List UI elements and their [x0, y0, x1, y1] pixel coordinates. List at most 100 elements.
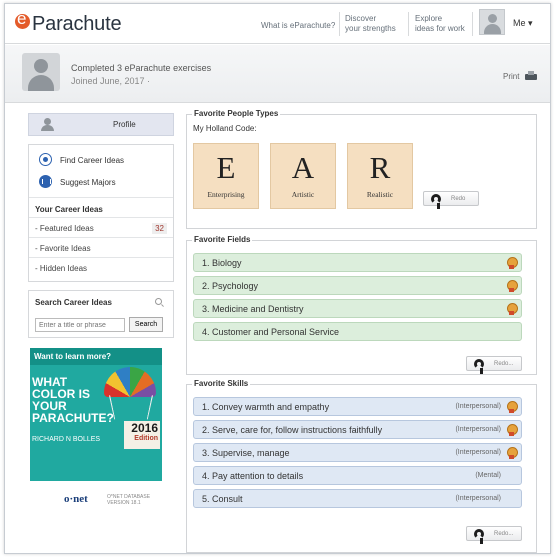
skill-label: 4. Pay attention to details: [202, 471, 304, 481]
onet-version: O*NET DATABASE VERSION 18.1: [107, 494, 150, 506]
skill-item[interactable]: 4. Pay attention to details (Mental): [193, 466, 522, 485]
profile-label: Profile: [113, 120, 136, 129]
people-types-title: Favorite People Types: [192, 109, 281, 118]
field-item[interactable]: 3. Medicine and Dentistry: [193, 299, 522, 318]
search-heading: Search Career Ideas: [35, 298, 112, 307]
holland-tile-realistic: R Realistic: [347, 143, 413, 209]
holland-tile-enterprising: E Enterprising: [193, 143, 259, 209]
tile-letter: A: [291, 150, 315, 185]
skill-label: 2. Serve, care for, follow instructions …: [202, 425, 383, 435]
award-medal-icon: [507, 447, 518, 459]
tile-word: Artistic: [291, 190, 315, 199]
nav-explore-line2: ideas for work: [415, 24, 465, 33]
sidebar-links-card: Find Career Ideas Suggest Majors Your Ca…: [28, 144, 174, 282]
search-input[interactable]: [35, 318, 125, 332]
tile-letter: E: [216, 150, 236, 185]
skill-label: 3. Supervise, manage: [202, 448, 290, 458]
tile-letter: R: [369, 150, 391, 185]
award-medal-icon: [507, 401, 518, 413]
skill-category: (Interpersonal): [455, 495, 501, 502]
skill-item[interactable]: 2. Serve, care for, follow instructions …: [193, 420, 522, 439]
award-medal-icon: [507, 424, 518, 436]
fields-redo-button[interactable]: Redo...: [466, 356, 522, 374]
redo-arrow-icon: [431, 194, 441, 209]
skill-category: (Mental): [475, 472, 501, 479]
main-content: Favorite People Types My Holland Code: E…: [186, 109, 537, 553]
holland-code-label: My Holland Code:: [193, 124, 257, 133]
profile-avatar-icon: [22, 53, 60, 91]
exercises-completed-text: Completed 3 eParachute exercises: [71, 63, 212, 73]
university-icon: [39, 175, 52, 188]
people-redo-button[interactable]: Redo: [423, 191, 479, 209]
logo-e-icon: [15, 9, 32, 32]
field-item[interactable]: 1. Biology: [193, 253, 522, 272]
printer-icon[interactable]: [525, 71, 537, 81]
featured-ideas-count: 32: [152, 223, 167, 234]
onet-credit[interactable]: o·net O*NET DATABASE VERSION 18.1: [28, 491, 174, 513]
field-label: 4. Customer and Personal Service: [202, 327, 340, 337]
tile-word: Enterprising: [207, 190, 245, 199]
search-icon: [155, 298, 162, 305]
nav-what-is-eparachute[interactable]: What is eParachute?: [261, 21, 335, 31]
featured-ideas-label: - Featured Ideas: [35, 224, 94, 233]
nav-discover-line1: Discover: [345, 14, 377, 23]
skills-title: Favorite Skills: [192, 379, 251, 388]
fields-title: Favorite Fields: [192, 235, 253, 244]
eparachute-logo[interactable]: Parachute: [15, 9, 122, 36]
search-career-ideas: Search Career Ideas Search: [28, 290, 174, 338]
print-link[interactable]: Print: [503, 72, 519, 81]
app-window: Parachute What is eParachute? Discover y…: [4, 3, 551, 554]
suggest-majors-link[interactable]: Suggest Majors: [29, 171, 173, 193]
onet-logo: o·net: [64, 493, 88, 505]
nav-discover[interactable]: Discover your strengths: [345, 14, 396, 34]
redo-arrow-icon: [474, 529, 484, 544]
skill-category: (Interpersonal): [455, 403, 501, 410]
field-item[interactable]: 4. Customer and Personal Service: [193, 322, 522, 341]
career-ideas-heading: Your Career Ideas: [29, 197, 173, 217]
find-career-ideas-link[interactable]: Find Career Ideas: [29, 149, 173, 171]
suggest-majors-label: Suggest Majors: [60, 178, 116, 187]
holland-tile-artistic: A Artistic: [270, 143, 336, 209]
skill-item[interactable]: 5. Consult (Interpersonal): [193, 489, 522, 508]
skill-item[interactable]: 3. Supervise, manage (Interpersonal): [193, 443, 522, 462]
favorite-ideas-label: - Favorite Ideas: [35, 244, 91, 253]
search-button[interactable]: Search: [129, 317, 163, 332]
parachute-book-ad[interactable]: Want to learn more? WHAT COLOR IS YOUR P…: [30, 348, 162, 481]
ad-edition: Edition: [134, 435, 158, 442]
nav-explore[interactable]: Explore ideas for work: [415, 14, 465, 34]
skill-item[interactable]: 1. Convey warmth and empathy (Interperso…: [193, 397, 522, 416]
onet-line2: VERSION 18.1: [107, 500, 141, 506]
nav-divider: [408, 12, 409, 36]
skills-redo-button[interactable]: Redo...: [466, 526, 522, 544]
award-medal-icon: [507, 257, 518, 269]
skill-category: (Interpersonal): [455, 426, 501, 433]
target-icon: [39, 153, 52, 166]
ad-author: RICHARD N BOLLES: [32, 436, 101, 443]
sidebar: Profile Find Career Ideas Suggest Majors…: [28, 113, 174, 513]
favorite-ideas-link[interactable]: - Favorite Ideas: [29, 237, 173, 257]
person-icon: [41, 118, 54, 131]
redo-label: Redo...: [494, 531, 514, 537]
hidden-ideas-link[interactable]: - Hidden Ideas: [29, 257, 173, 277]
parachute-strings: [108, 395, 154, 420]
user-menu-label: Me ▾: [513, 18, 533, 28]
award-medal-icon: [507, 303, 518, 315]
sidebar-profile[interactable]: Profile: [28, 113, 174, 136]
skill-label: 1. Convey warmth and empathy: [202, 402, 330, 412]
redo-label: Redo: [451, 196, 466, 202]
field-label: 1. Biology: [202, 258, 242, 268]
redo-label: Redo...: [494, 361, 514, 367]
user-menu[interactable]: Me ▾: [479, 9, 543, 37]
field-item[interactable]: 2. Psychology: [193, 276, 522, 295]
ad-question: Want to learn more?: [30, 348, 162, 365]
tile-word: Realistic: [366, 190, 394, 199]
featured-ideas-link[interactable]: - Featured Ideas 32: [29, 217, 173, 237]
top-navigation: Parachute What is eParachute? Discover y…: [5, 4, 550, 44]
favorite-fields: Favorite Fields 1. Biology 2. Psychology…: [186, 235, 537, 375]
redo-arrow-icon: [474, 359, 484, 374]
nav-divider: [472, 12, 473, 36]
hidden-ideas-label: - Hidden Ideas: [35, 264, 88, 273]
user-avatar-icon: [479, 9, 505, 35]
nav-divider: [339, 12, 340, 36]
skill-category: (Interpersonal): [455, 449, 501, 456]
